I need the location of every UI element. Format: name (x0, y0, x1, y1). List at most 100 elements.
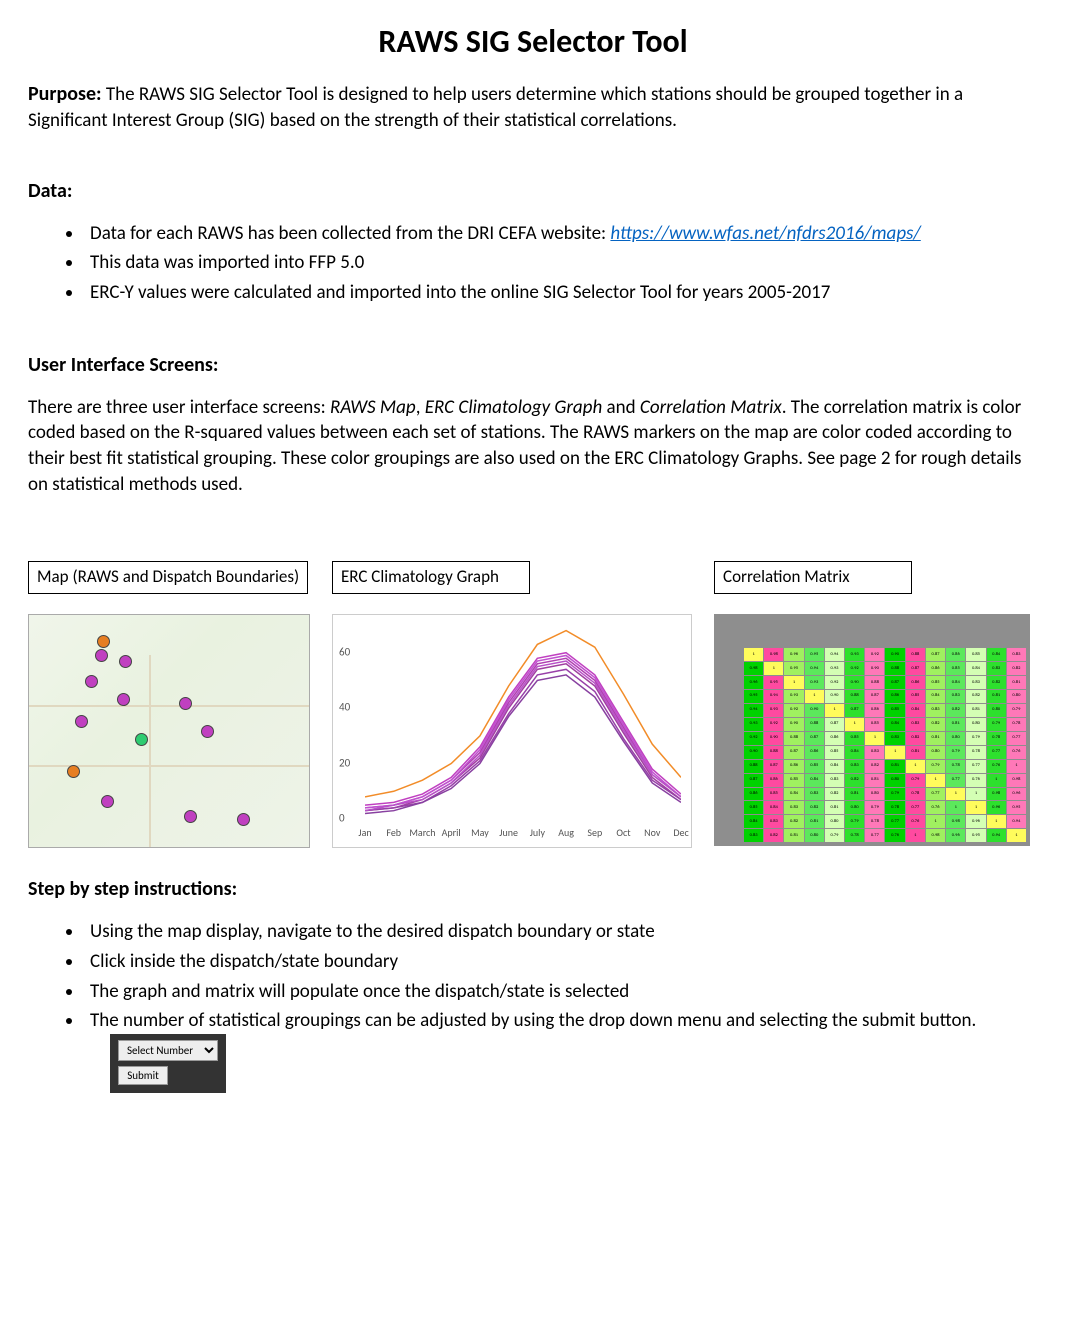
list-item: Click inside the dispatch/state boundary (84, 949, 1038, 975)
matrix-cell: 0.88 (906, 648, 925, 661)
matrix-cell: 0.87 (784, 746, 803, 759)
matrix-cell: 0.80 (845, 801, 864, 814)
x-tick: Jan (358, 826, 371, 840)
matrix-cell: 0.76 (885, 829, 904, 842)
list-item: Data for each RAWS has been collected fr… (84, 221, 1038, 247)
matrix-cell: 0.82 (825, 788, 844, 801)
matrix-cell: 0.87 (845, 704, 864, 717)
matrix-cell: 0.98 (946, 815, 965, 828)
panels-row: Map (RAWS and Dispatch Boundaries) ERC C… (28, 561, 1038, 848)
matrix-cell: 0.82 (784, 815, 803, 828)
y-tick: 20 (339, 756, 350, 771)
matrix-cell: 0.94 (764, 690, 783, 703)
matrix-cell: 0.96 (744, 676, 763, 689)
matrix-cell: 0.92 (744, 732, 763, 745)
matrix-cell: 0.78 (966, 746, 985, 759)
matrix-cell: 0.85 (946, 662, 965, 675)
matrix-cell: 1 (885, 746, 904, 759)
matrix-cell: 0.83 (825, 774, 844, 787)
matrix-cell: 0.90 (784, 718, 803, 731)
matrix-cell: 0.93 (805, 676, 824, 689)
matrix-cell: 0.96 (946, 829, 965, 842)
matrix-cell: 0.85 (906, 690, 925, 703)
matrix-cell: 0.92 (825, 676, 844, 689)
matrix-cell: 0.77 (865, 829, 884, 842)
matrix-cell: 1 (1007, 760, 1026, 773)
matrix-cell: 0.94 (1007, 815, 1026, 828)
matrix-cell: 0.84 (946, 676, 965, 689)
ui-name-map: RAWS Map (330, 396, 416, 419)
matrix-cell: 0.83 (845, 760, 864, 773)
matrix-cell: 0.79 (906, 774, 925, 787)
ui-screens-label: User Interface Screens: (28, 353, 218, 377)
matrix-cell: 0.85 (805, 760, 824, 773)
matrix-cell: 0.76 (926, 801, 945, 814)
list-item: This data was imported into FFP 5.0 (84, 250, 1038, 276)
cefa-link[interactable]: https://www.wfas.net/nfdrs2016/maps/ (610, 222, 920, 245)
matrix-cell: 0.90 (805, 704, 824, 717)
matrix-cell: 0.86 (885, 690, 904, 703)
matrix-cell: 0.82 (987, 676, 1006, 689)
steps-list: Using the map display, navigate to the d… (28, 919, 1038, 1093)
matrix-cell: 0.76 (987, 760, 1006, 773)
matrix-cell: 1 (926, 815, 945, 828)
step-text: The number of statistical groupings can … (90, 1009, 976, 1032)
matrix-cell: 0.80 (946, 732, 965, 745)
matrix-cell: 0.79 (1007, 704, 1026, 717)
submit-button[interactable]: Submit (118, 1066, 168, 1085)
matrix-cell: 0.92 (764, 718, 783, 731)
matrix-cell: 0.78 (946, 760, 965, 773)
matrix-cell: 0.82 (845, 774, 864, 787)
matrix-cell: 0.87 (764, 760, 783, 773)
x-tick: June (499, 826, 518, 840)
matrix-cell: 0.79 (946, 746, 965, 759)
data-list: Data for each RAWS has been collected fr… (28, 221, 1038, 306)
matrix-cell: 0.87 (744, 774, 763, 787)
ui-name-matrix: Correlation Matrix (640, 396, 782, 419)
matrix-cell: 0.95 (784, 662, 803, 675)
matrix-cell: 0.83 (926, 704, 945, 717)
x-tick: Aug (558, 826, 574, 840)
matrix-cell: 0.87 (926, 648, 945, 661)
matrix-cell: 0.95 (805, 648, 824, 661)
matrix-panel-label: Correlation Matrix (714, 561, 912, 594)
matrix-cell: 0.81 (845, 788, 864, 801)
matrix-cell: 0.77 (966, 760, 985, 773)
matrix-cell: 0.95 (764, 676, 783, 689)
matrix-cell: 0.86 (744, 788, 763, 801)
x-tick: Feb (386, 826, 401, 840)
list-item: Using the map display, navigate to the d… (84, 919, 1038, 945)
x-tick: Oct (616, 826, 630, 840)
groupings-select[interactable]: Select Number (118, 1040, 218, 1061)
matrix-cell: 0.77 (926, 788, 945, 801)
matrix-cell: 1 (926, 774, 945, 787)
matrix-cell: 0.80 (805, 829, 824, 842)
matrix-cell: 0.76 (966, 774, 985, 787)
matrix-cell: 0.81 (926, 732, 945, 745)
matrix-cell: 0.98 (744, 662, 763, 675)
matrix-cell: 0.98 (987, 788, 1006, 801)
matrix-cell: 0.90 (825, 690, 844, 703)
matrix-cell: 0.88 (865, 676, 884, 689)
matrix-cell: 0.95 (744, 690, 763, 703)
matrix-cell: 0.82 (865, 760, 884, 773)
matrix-cell: 0.94 (744, 704, 763, 717)
matrix-cell: 0.80 (865, 788, 884, 801)
matrix-cell: 1 (865, 732, 884, 745)
matrix-cell: 0.83 (946, 690, 965, 703)
matrix-cell: 1 (784, 676, 803, 689)
x-tick: Dec (673, 826, 688, 840)
matrix-cell: 0.83 (966, 676, 985, 689)
raws-map[interactable] (28, 614, 310, 848)
matrix-cell: 0.82 (906, 732, 925, 745)
x-tick: July (530, 826, 545, 840)
matrix-cell: 0.85 (744, 801, 763, 814)
matrix-cell: 0.87 (865, 690, 884, 703)
y-tick: 0 (339, 812, 345, 827)
matrix-cell: 0.95 (1007, 801, 1026, 814)
matrix-cell: 0.96 (966, 815, 985, 828)
matrix-cell: 0.84 (987, 648, 1006, 661)
matrix-cell: 0.84 (845, 746, 864, 759)
matrix-cell: 0.79 (966, 732, 985, 745)
dispatch-boundary[interactable] (41, 631, 281, 835)
